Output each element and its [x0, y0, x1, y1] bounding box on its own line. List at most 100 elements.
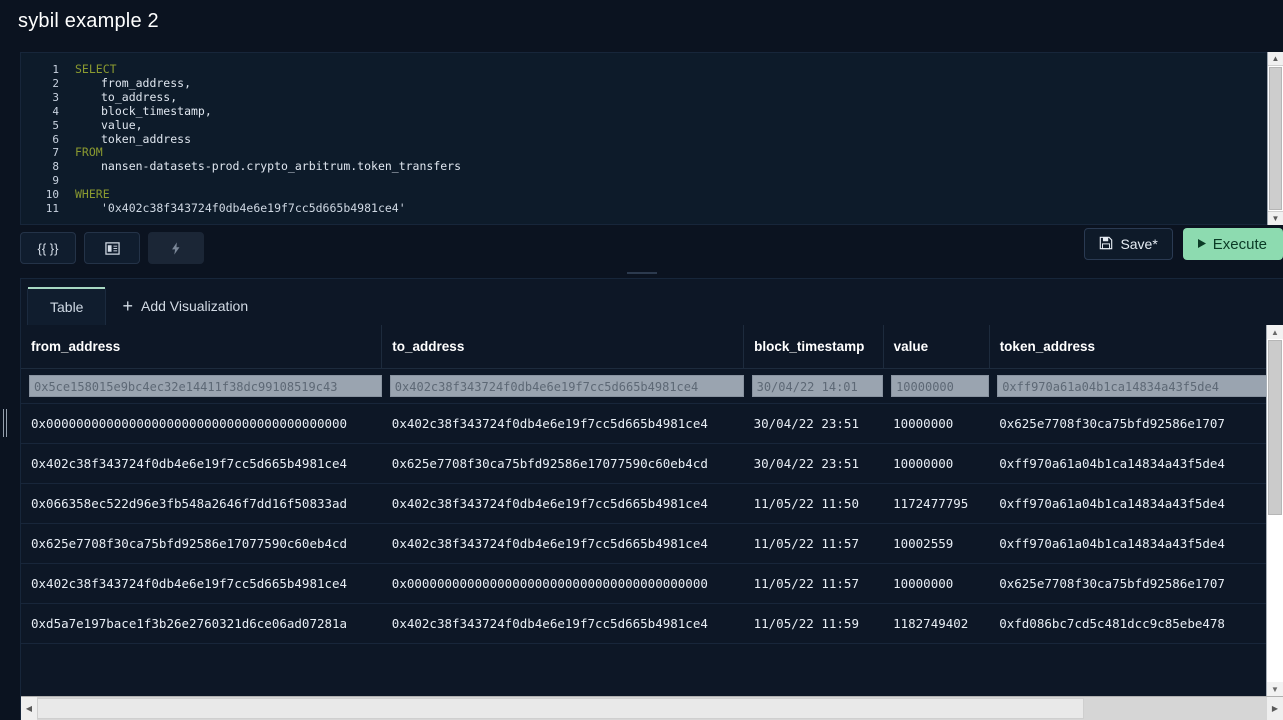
sql-text: token_address — [101, 131, 192, 146]
table-scroll-right-arrow[interactable]: ▶ — [1267, 697, 1283, 720]
cell-from-address: 0x625e7708f30ca75bfd92586e17077590c60eb4… — [21, 523, 382, 564]
cell-value: 1182749402 — [883, 603, 990, 644]
cell-token-address: 0xff970a61a04b1ca14834a43f5de4 — [989, 483, 1266, 524]
sql-text: '0x402c38f343724f0db4e6e19f7cc5d665b4981… — [101, 201, 406, 216]
cell-to-address: 0x402c38f343724f0db4e6e19f7cc5d665b4981c… — [381, 403, 744, 444]
table-scroll-left-arrow[interactable]: ◀ — [21, 697, 37, 720]
cell-to-address: 0x402c38f343724f0db4e6e19f7cc5d665b4981c… — [381, 483, 744, 524]
editor-scroll-up-arrow[interactable]: ▲ — [1268, 52, 1283, 66]
code-line[interactable]: FROM — [75, 145, 1283, 160]
line-number: 10 — [45, 188, 59, 202]
filter-input-block-timestamp[interactable]: 30/04/22 14:01 — [751, 375, 884, 397]
code-line[interactable]: '0x402c38f343724f0db4e6e19f7cc5d665b4981… — [75, 201, 1283, 216]
table-scroll-down-arrow[interactable]: ▼ — [1267, 682, 1283, 696]
toolbar-left-group: {{ }} — [20, 232, 204, 264]
cell-token-address: 0x625e7708f30ca75bfd92586e1707 — [989, 563, 1266, 604]
sql-text: from_address, — [101, 75, 192, 90]
execute-button[interactable]: Execute — [1182, 228, 1283, 260]
table-scroll-up-arrow[interactable]: ▲ — [1267, 325, 1283, 339]
sql-text: nansen-datasets-prod.crypto_arbitrum.tok… — [101, 159, 462, 174]
plus-icon: + — [122, 296, 133, 316]
results-table: from_address to_address block_timestamp … — [21, 325, 1266, 644]
cell-value: 10000000 — [883, 403, 990, 444]
sql-keyword: FROM — [75, 145, 103, 160]
filter-cell-to-address: 0x402c38f343724f0db4e6e19f7cc5d665b4981c… — [381, 368, 744, 404]
column-header-from-address[interactable]: from_address — [21, 325, 383, 369]
cell-block-timestamp: 30/04/22 23:51 — [743, 443, 884, 484]
table-vertical-scroll-thumb[interactable] — [1268, 340, 1282, 515]
cell-to-address: 0x402c38f343724f0db4e6e19f7cc5d665b4981c… — [381, 603, 744, 644]
cell-value: 1172477795 — [883, 483, 990, 524]
code-line[interactable]: nansen-datasets-prod.crypto_arbitrum.tok… — [75, 159, 1283, 174]
results-table-area: from_address to_address block_timestamp … — [21, 325, 1283, 720]
filter-cell-token-address: 0xff970a61a04b1ca14834a43f5de4 — [989, 368, 1266, 404]
table-row[interactable]: 0x402c38f343724f0db4e6e19f7cc5d665b4981c… — [21, 443, 1266, 484]
tab-table-label: Table — [50, 298, 84, 315]
lightning-action-button[interactable] — [148, 232, 204, 264]
snippet-panel-button[interactable] — [84, 232, 140, 264]
table-row[interactable]: 0x402c38f343724f0db4e6e19f7cc5d665b4981c… — [21, 563, 1266, 604]
code-line[interactable]: token_address — [75, 131, 1283, 147]
floppy-disk-icon — [1099, 236, 1113, 253]
sidebar-resize-handle[interactable] — [2, 408, 7, 438]
code-line[interactable]: block_timestamp, — [75, 103, 1283, 119]
code-line[interactable]: value, — [75, 118, 1283, 133]
code-line[interactable]: WHERE — [75, 187, 1283, 202]
line-number: 5 — [52, 118, 59, 132]
filter-input-to-address[interactable]: 0x402c38f343724f0db4e6e19f7cc5d665b4981c… — [389, 375, 744, 397]
column-header-token-address[interactable]: token_address — [989, 325, 1266, 369]
toolbar-right-group: Save* Execute — [1084, 228, 1283, 260]
line-number: 7 — [52, 146, 59, 160]
add-visualization-button[interactable]: + Add Visualization — [106, 287, 264, 325]
column-header-to-address[interactable]: to_address — [381, 325, 745, 369]
code-line[interactable] — [75, 174, 1283, 188]
format-parameters-button[interactable]: {{ }} — [20, 232, 76, 264]
cell-to-address: 0x625e7708f30ca75bfd92586e17077590c60eb4… — [381, 443, 744, 484]
save-button[interactable]: Save* — [1084, 228, 1173, 260]
cell-block-timestamp: 11/05/22 11:59 — [743, 603, 884, 644]
line-number: 11 — [45, 202, 59, 216]
editor-scroll-thumb[interactable] — [1269, 67, 1282, 210]
sql-text: to_address, — [101, 89, 178, 104]
filter-input-token-address[interactable]: 0xff970a61a04b1ca14834a43f5de4 — [997, 375, 1266, 397]
editor-vertical-scrollbar[interactable]: ▲ ▼ — [1267, 52, 1283, 225]
table-row[interactable]: 0x00000000000000000000000000000000000000… — [21, 403, 1266, 444]
cell-token-address: 0x625e7708f30ca75bfd92586e1707 — [989, 403, 1266, 444]
cell-value: 10000000 — [883, 443, 990, 484]
pane-resize-handle[interactable] — [0, 268, 1283, 278]
editor-code[interactable]: SELECT from_address, to_address, block_time… — [67, 53, 1283, 224]
editor-line-numbers: 1 2 3 4 5 6 7 8 9 10 11 — [21, 53, 67, 224]
filter-input-value[interactable]: 10000000 — [891, 375, 990, 397]
table-horizontal-scrollbar[interactable]: ◀ ▶ — [21, 696, 1283, 720]
table-header-row: from_address to_address block_timestamp … — [21, 325, 1266, 369]
code-line[interactable]: to_address, — [75, 89, 1283, 105]
table-horizontal-scroll-thumb[interactable] — [37, 698, 1084, 719]
filter-cell-block-timestamp: 30/04/22 14:01 — [743, 368, 884, 404]
code-line[interactable]: from_address, — [75, 75, 1283, 91]
cell-to-address: 0x00000000000000000000000000000000000000… — [381, 563, 744, 604]
sql-editor[interactable]: 1 2 3 4 5 6 7 8 9 10 11 SELECT from_address, to_addr… — [20, 52, 1283, 225]
line-number: 2 — [52, 76, 59, 90]
editor-scroll-down-arrow[interactable]: ▼ — [1268, 211, 1283, 225]
table-row[interactable]: 0xd5a7e197bace1f3b26e2760321d6ce06ad0728… — [21, 603, 1266, 644]
add-visualization-label: Add Visualization — [140, 298, 249, 314]
filter-input-from-address[interactable]: 0x5ce158015e9bc4ec32e14411f38dc99108519c… — [29, 375, 382, 397]
panel-icon — [104, 241, 120, 256]
table-filter-row: 0x5ce158015e9bc4ec32e14411f38dc99108519c… — [21, 368, 1266, 404]
table-row[interactable]: 0x625e7708f30ca75bfd92586e17077590c60eb4… — [21, 523, 1266, 564]
cell-from-address: 0x402c38f343724f0db4e6e19f7cc5d665b4981c… — [21, 563, 382, 604]
play-icon — [1197, 236, 1207, 253]
sql-keyword: SELECT — [75, 62, 117, 76]
save-button-label: Save* — [1120, 236, 1158, 252]
query-editor-app: sybil example 2 1 2 3 4 5 6 7 8 9 10 11 SELECT from… — [0, 0, 1283, 720]
column-header-value[interactable]: value — [883, 325, 990, 369]
cell-token-address: 0xff970a61a04b1ca14834a43f5de4 — [989, 523, 1266, 564]
cell-block-timestamp: 11/05/22 11:57 — [743, 523, 884, 564]
results-table-viewport: from_address to_address block_timestamp … — [21, 325, 1266, 696]
column-header-block-timestamp[interactable]: block_timestamp — [743, 325, 884, 369]
sql-text: block_timestamp, — [101, 103, 212, 118]
table-vertical-scrollbar[interactable]: ▲ ▼ — [1266, 325, 1283, 696]
code-line[interactable]: SELECT — [75, 62, 1283, 77]
table-row[interactable]: 0x066358ec522d96e3fb548a2646f7dd16f50833… — [21, 483, 1266, 524]
tab-table[interactable]: Table — [27, 287, 107, 325]
